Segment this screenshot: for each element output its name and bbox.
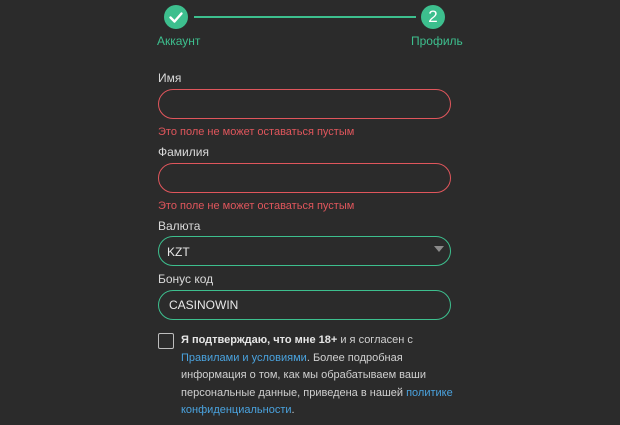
registration-stepper: 2 Аккаунт Профиль (0, 0, 620, 60)
step-account-label: Аккаунт (157, 34, 201, 48)
bonus-code-label: Бонус код (158, 272, 214, 286)
last-name-input[interactable] (158, 163, 451, 193)
chevron-down-icon[interactable] (434, 246, 444, 252)
terms-text-part3: . (291, 404, 295, 417)
check-icon (169, 12, 183, 23)
bonus-code-input[interactable] (158, 290, 451, 320)
terms-conditions-link[interactable]: Правилами и условиями (181, 352, 307, 364)
terms-age-confirmation: Я подтверждаю, что мне 18+ (181, 334, 338, 346)
age-terms-checkbox[interactable] (158, 333, 174, 349)
last-name-error: Это поле не может оставаться пустым (158, 200, 355, 212)
currency-select[interactable] (158, 236, 451, 266)
currency-label: Валюта (158, 219, 201, 233)
step-account-check-icon[interactable] (164, 5, 188, 29)
terms-text: Я подтверждаю, что мне 18+ и я согласен … (181, 332, 461, 420)
last-name-label: Фамилия (158, 145, 209, 159)
currency-selected-value: KZT (167, 245, 190, 259)
first-name-input[interactable] (158, 89, 451, 119)
first-name-error: Это поле не может оставаться пустым (158, 126, 355, 138)
terms-text-part1: и я согласен с (337, 334, 413, 346)
step-profile-label: Профиль (411, 34, 463, 48)
step-profile-number[interactable]: 2 (421, 5, 445, 29)
first-name-label: Имя (158, 71, 182, 85)
stepper-progress-line (194, 16, 416, 18)
